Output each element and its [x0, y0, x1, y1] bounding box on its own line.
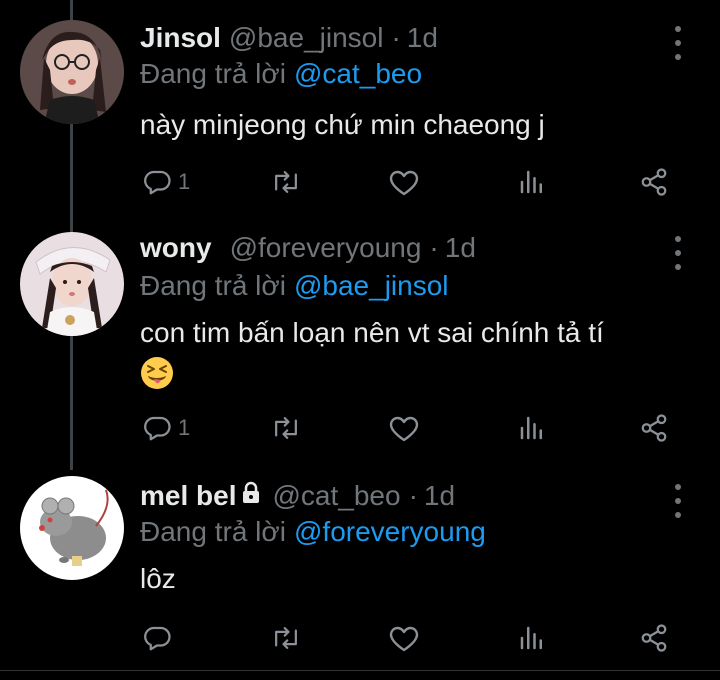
like-button[interactable]	[388, 162, 420, 202]
tweet-text-content: con tim bấn loạn nên vt sai chính tả tí	[140, 317, 604, 348]
display-name[interactable]: Jinsol	[140, 22, 221, 54]
more-vertical-icon	[675, 236, 681, 242]
replying-to-label: Đang trả lời	[140, 58, 286, 89]
more-options-button[interactable]	[666, 484, 690, 518]
retweet-icon	[275, 171, 297, 193]
display-name[interactable]: wony	[140, 232, 212, 264]
retweet-button[interactable]	[270, 618, 302, 658]
like-button[interactable]	[388, 408, 420, 448]
replying-to: Đang trả lời @bae_jinsol	[140, 268, 449, 304]
reply-count: 1	[178, 169, 191, 194]
more-options-button[interactable]	[666, 26, 690, 60]
reply-button[interactable]	[142, 618, 178, 658]
views-button[interactable]	[518, 618, 546, 658]
replying-to: Đang trả lời @foreveryoung	[140, 514, 486, 550]
replying-to-mention[interactable]: @foreveryoung	[294, 516, 486, 548]
lock-icon	[240, 480, 262, 512]
retweet-icon	[275, 627, 297, 649]
reply-bubble-icon	[144, 626, 171, 651]
replying-to-mention[interactable]: @cat_beo	[294, 58, 422, 90]
more-options-button[interactable]	[666, 236, 690, 270]
more-vertical-icon	[675, 484, 681, 490]
separator-dot: ·	[391, 22, 401, 53]
reply-count: 1	[178, 415, 191, 440]
reply-button[interactable]: 1	[142, 162, 190, 202]
action-bar: 1	[0, 408, 720, 448]
replying-to-label: Đang trả lời	[140, 516, 286, 547]
share-icon	[641, 168, 667, 196]
tweet-text: này minjeong chứ min chaeong j	[140, 106, 680, 144]
tweet-header: Jinsol @bae_jinsol · 1d	[140, 20, 438, 56]
squinting-face-with-tongue-icon	[140, 356, 174, 400]
bar-chart-icon	[520, 626, 542, 650]
user-handle[interactable]: @bae_jinsol	[229, 22, 384, 54]
display-name[interactable]: mel bel	[140, 480, 236, 512]
replying-to-label: Đang trả lời	[140, 270, 286, 301]
retweet-icon	[275, 417, 297, 439]
avatar-mel-bel[interactable]	[20, 476, 124, 580]
retweet-button[interactable]	[270, 162, 302, 202]
share-icon	[641, 624, 667, 652]
share-button[interactable]	[638, 618, 670, 658]
tweet-text: lôz	[140, 560, 680, 598]
heart-icon	[389, 416, 419, 442]
avatar-wony[interactable]	[20, 232, 124, 336]
tweet-header: wony @foreveryoung · 1d	[140, 230, 476, 266]
separator-dot: ·	[408, 480, 418, 511]
like-button[interactable]	[388, 618, 420, 658]
tweet-text: con tim bấn loạn nên vt sai chính tả tí	[140, 314, 680, 400]
replying-to-mention[interactable]: @bae_jinsol	[294, 270, 449, 302]
replying-to: Đang trả lời @cat_beo	[140, 56, 422, 92]
tweet-text-content: lôz	[140, 563, 176, 594]
views-button[interactable]	[518, 408, 546, 448]
reply-bubble-icon	[144, 170, 171, 195]
bar-chart-icon	[520, 170, 542, 194]
reply-bubble-icon	[144, 416, 171, 441]
timestamp[interactable]: 1d	[424, 480, 455, 512]
share-button[interactable]	[638, 162, 670, 202]
timestamp[interactable]: 1d	[407, 22, 438, 54]
user-handle[interactable]: @cat_beo	[272, 480, 400, 512]
tweet-header: mel bel @cat_beo · 1d	[140, 478, 455, 514]
bottom-divider	[0, 670, 720, 671]
share-icon	[641, 414, 667, 442]
retweet-button[interactable]	[270, 408, 302, 448]
heart-icon	[389, 170, 419, 196]
views-button[interactable]	[518, 162, 546, 202]
action-bar	[0, 618, 720, 658]
more-vertical-icon	[675, 26, 681, 32]
separator-dot: ·	[429, 232, 439, 263]
reply-button[interactable]: 1	[142, 408, 190, 448]
share-button[interactable]	[638, 408, 670, 448]
tweet-text-content: này minjeong chứ min chaeong j	[140, 109, 545, 140]
bar-chart-icon	[520, 416, 542, 440]
user-handle[interactable]: @foreveryoung	[230, 232, 422, 264]
heart-icon	[389, 626, 419, 652]
timestamp[interactable]: 1d	[445, 232, 476, 264]
action-bar: 1	[0, 162, 720, 202]
avatar-jinsol[interactable]	[20, 20, 124, 124]
